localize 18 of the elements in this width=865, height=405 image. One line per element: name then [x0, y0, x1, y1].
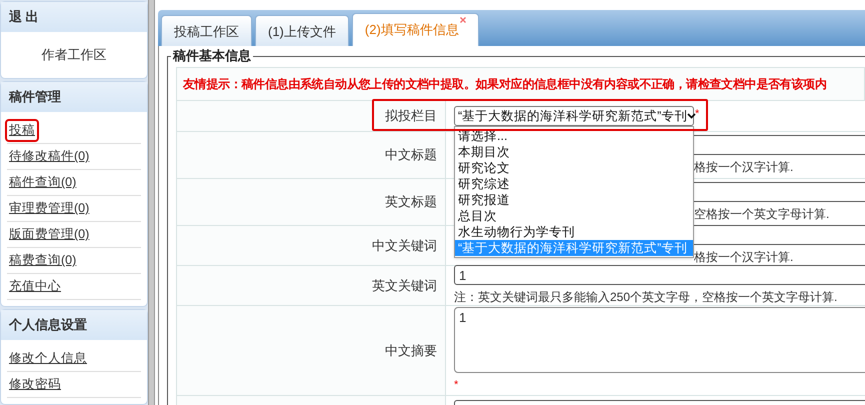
field-label: 中文关键词 — [372, 236, 437, 255]
required-mark: * — [454, 378, 458, 394]
field-label: 英文关键词 — [372, 276, 437, 295]
workspace-label: 作者工作区 — [42, 46, 106, 64]
field-label: 英文标题 — [385, 193, 437, 212]
field-note: 格按一个汉字计算. — [694, 249, 794, 266]
field-label: 拟投栏目 — [385, 107, 437, 126]
field-note: 注：英文关键词最只多能输入250个英文字母，空格按一个英文字母计算. — [454, 289, 838, 306]
field-label: 中文标题 — [385, 146, 437, 164]
sidebar-section-title: 稿件管理 — [1, 82, 147, 112]
sidebar-section-title: 退 出 — [1, 2, 147, 32]
fieldset-legend: 稿件基本信息 — [171, 47, 253, 65]
tip-text: 友情提示：稿件信息由系统自动从您上传的文档中提取。如果对应的信息框中没有内容或不正确，请检查文档中是否有该项内 — [176, 67, 865, 101]
required-mark: * — [695, 107, 700, 122]
field-label: 中文摘要 — [385, 342, 437, 360]
field-note: 格按一个汉字计算. — [694, 158, 794, 176]
sidebar-section-title: 个人信息设置 — [1, 310, 147, 340]
field-note: 空格按一个英文字母计算. — [694, 206, 830, 222]
